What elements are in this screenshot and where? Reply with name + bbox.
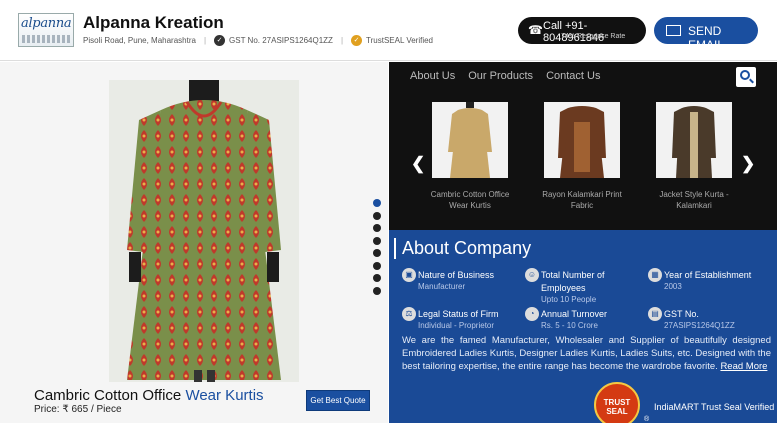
nav-item-about-us[interactable]: About Us bbox=[410, 70, 455, 82]
calendar-icon: ▦ bbox=[648, 268, 662, 282]
fact-label: GST No. bbox=[664, 309, 699, 319]
turnover-icon: ◔ bbox=[525, 307, 539, 321]
slider-dot[interactable] bbox=[373, 224, 381, 232]
trustseal-text: TrustSEAL Verified bbox=[366, 36, 434, 45]
product-thumbnail[interactable] bbox=[544, 102, 620, 178]
kurta-illustration bbox=[109, 80, 299, 382]
slider-dots bbox=[373, 199, 381, 299]
fact-value: Individual - Proprietor bbox=[418, 321, 495, 330]
send-email-button[interactable]: SEND EMAIL bbox=[654, 17, 758, 52]
employees-icon: ☺ bbox=[525, 268, 539, 282]
response-rate: 74% Response Rate bbox=[561, 33, 626, 40]
slider-dot[interactable] bbox=[373, 261, 381, 270]
logo-tagline bbox=[22, 35, 70, 43]
thumbnail-label[interactable]: Rayon Kalamkari Print Fabric bbox=[537, 189, 627, 211]
product-title-highlight: Wear Kurtis bbox=[185, 387, 264, 404]
company-name[interactable]: Alpanna Kreation bbox=[83, 13, 224, 33]
divider: | bbox=[340, 36, 344, 45]
thumbnail-image bbox=[656, 102, 732, 178]
slider-dot[interactable] bbox=[373, 211, 381, 220]
about-description-text: We are the famed Manufacturer, Wholesale… bbox=[402, 335, 771, 372]
trustseal-icon: ✓ bbox=[351, 35, 363, 46]
product-title-main: Cambric Cotton Office bbox=[34, 387, 182, 404]
fact-value: 2003 bbox=[664, 282, 682, 291]
thumbnail-image bbox=[544, 102, 620, 178]
trust-seal-text: TRUST SEAL bbox=[603, 398, 631, 416]
divider: | bbox=[203, 36, 207, 45]
product-thumbnail[interactable] bbox=[432, 102, 508, 178]
main-nav: About Us Our Products Contact Us bbox=[410, 70, 600, 82]
product-price: Price: ₹ 665 / Piece bbox=[34, 404, 122, 415]
nav-item-contact-us[interactable]: Contact Us bbox=[546, 70, 600, 82]
fact-label: Annual Turnover bbox=[541, 309, 608, 319]
thumbnail-image bbox=[432, 102, 508, 178]
nav-item-our-products[interactable]: Our Products bbox=[468, 70, 533, 82]
about-company-section: About Company ▣ Nature of Business Manuf… bbox=[389, 230, 777, 423]
product-carousel-section: About Us Our Products Contact Us ❮ ❯ Cam… bbox=[389, 62, 777, 230]
fact-value: 27ASIPS1264Q1ZZ bbox=[664, 321, 735, 330]
product-image[interactable] bbox=[109, 80, 299, 382]
fact-label: Year of Establishment bbox=[664, 270, 752, 280]
send-email-label: SEND EMAIL bbox=[688, 24, 725, 52]
trust-seal-verified-text: IndiaMART Trust Seal Verified bbox=[654, 402, 775, 412]
site-header: alpanna Alpanna Kreation Pisoli Road, Pu… bbox=[0, 0, 777, 61]
slider-dot[interactable] bbox=[373, 274, 381, 282]
about-title: About Company bbox=[402, 238, 532, 258]
about-description: We are the famed Manufacturer, Wholesale… bbox=[402, 334, 771, 373]
logo-text: alpanna bbox=[21, 16, 72, 31]
read-more-link[interactable]: Read More bbox=[720, 361, 767, 372]
get-best-quote-button[interactable]: Get Best Quote bbox=[306, 390, 370, 411]
registered-mark: ® bbox=[644, 416, 650, 423]
company-logo[interactable]: alpanna bbox=[18, 13, 74, 47]
location-text: Pisoli Road, Pune, Maharashtra bbox=[83, 36, 196, 45]
legal-icon: ⚖ bbox=[402, 307, 416, 321]
product-title[interactable]: Cambric Cotton Office Wear Kurtis bbox=[34, 387, 264, 404]
gst-icon: ▤ bbox=[648, 307, 662, 321]
chevron-right-icon[interactable]: ❯ bbox=[741, 154, 755, 174]
search-icon bbox=[740, 70, 750, 80]
fact-label: Total Number of Employees bbox=[541, 270, 605, 293]
title-accent-bar bbox=[394, 238, 396, 259]
product-thumbnail[interactable] bbox=[656, 102, 732, 178]
phone-icon: ☎ bbox=[528, 23, 543, 37]
fact-label: Legal Status of Firm bbox=[418, 309, 499, 319]
chevron-left-icon[interactable]: ❮ bbox=[411, 154, 425, 174]
call-number: Call +91-8048961846 bbox=[543, 20, 605, 44]
fact-value: Upto 10 People bbox=[541, 295, 597, 304]
thumbnail-label[interactable]: Jacket Style Kurta - Kalamkari bbox=[649, 189, 739, 211]
gst-text: GST No. 27ASIPS1264Q1ZZ bbox=[229, 36, 333, 45]
fact-value: Manufacturer bbox=[418, 282, 466, 291]
gst-verified-icon: ✓ bbox=[214, 35, 226, 46]
product-showcase: Cambric Cotton Office Wear Kurtis Price:… bbox=[0, 62, 388, 423]
fact-value: Rs. 5 - 10 Crore bbox=[541, 321, 598, 330]
company-sub-info: Pisoli Road, Pune, Maharashtra | ✓ GST N… bbox=[83, 35, 433, 46]
slider-dot[interactable] bbox=[373, 199, 381, 207]
search-button[interactable] bbox=[736, 67, 756, 87]
slider-dot[interactable] bbox=[373, 236, 381, 245]
trust-seal-badge[interactable]: TRUST SEAL bbox=[594, 382, 640, 423]
building-icon: ▣ bbox=[402, 268, 416, 282]
call-button[interactable]: ☎ Call +91-8048961846 74% Response Rate bbox=[518, 17, 646, 44]
fact-label: Nature of Business bbox=[418, 270, 495, 280]
slider-dot[interactable] bbox=[373, 249, 381, 257]
envelope-icon bbox=[666, 25, 681, 36]
thumbnail-label[interactable]: Cambric Cotton Office Wear Kurtis bbox=[425, 189, 515, 211]
slider-dot[interactable] bbox=[373, 286, 381, 295]
